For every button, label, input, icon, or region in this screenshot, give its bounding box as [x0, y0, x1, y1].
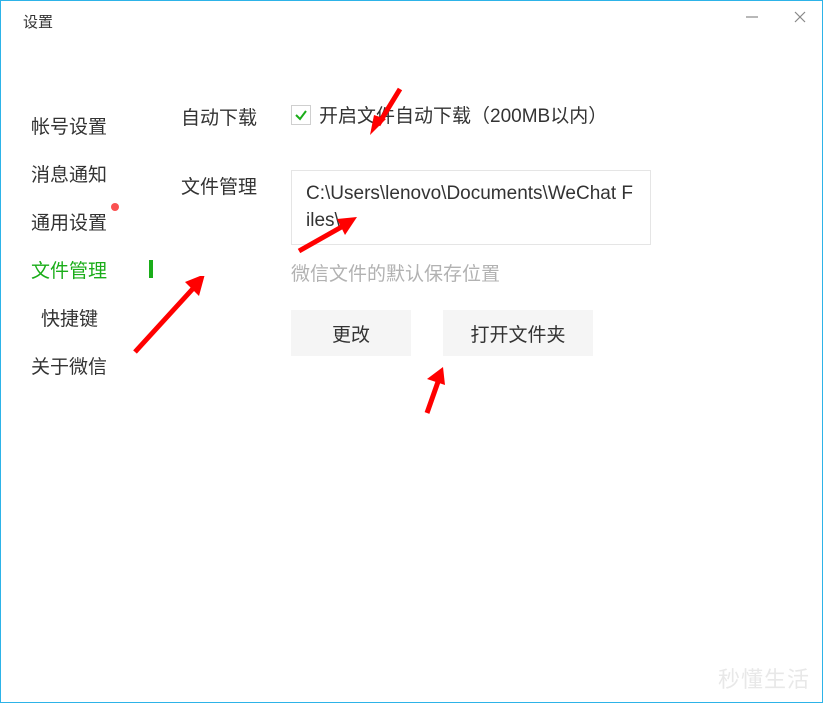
settings-window: 设置 帐号设置 消息通知 通用设置	[0, 0, 823, 703]
sidebar-item-label: 通用设置	[31, 208, 107, 235]
titlebar: 设置	[1, 1, 822, 41]
sidebar-item-about[interactable]: 关于微信	[31, 341, 181, 389]
sidebar: 帐号设置 消息通知 通用设置 文件管理 快捷键	[1, 101, 181, 396]
sidebar-item-general[interactable]: 通用设置	[31, 197, 181, 245]
change-button[interactable]: 更改	[291, 310, 411, 356]
watermark-text: 秒懂生活	[718, 662, 810, 694]
minimize-icon	[745, 10, 759, 24]
file-manage-row: 文件管理 C:\Users\lenovo\Documents\WeChat Fi…	[181, 170, 782, 356]
file-path-input[interactable]: C:\Users\lenovo\Documents\WeChat Files\	[291, 170, 651, 245]
main-panel: 自动下载 开启文件自动下载（200MB以内） 文件管理 C:\Users\len…	[181, 101, 822, 396]
auto-download-row: 自动下载 开启文件自动下载（200MB以内）	[181, 101, 782, 130]
open-folder-button[interactable]: 打开文件夹	[443, 310, 593, 356]
file-buttons-row: 更改 打开文件夹	[291, 310, 782, 356]
auto-download-content: 开启文件自动下载（200MB以内）	[291, 101, 782, 128]
window-title: 设置	[23, 11, 53, 32]
notification-dot-icon	[111, 203, 119, 211]
file-manage-section-label: 文件管理	[181, 170, 291, 199]
file-path-hint: 微信文件的默认保存位置	[291, 259, 782, 286]
auto-download-checkbox-line: 开启文件自动下载（200MB以内）	[291, 101, 782, 128]
sidebar-item-label: 帐号设置	[31, 112, 107, 139]
active-indicator-icon	[149, 260, 153, 278]
sidebar-item-shortcuts[interactable]: 快捷键	[31, 293, 181, 341]
sidebar-item-account[interactable]: 帐号设置	[31, 101, 181, 149]
sidebar-item-label: 消息通知	[31, 160, 107, 187]
auto-download-section-label: 自动下载	[181, 101, 291, 130]
file-manage-content: C:\Users\lenovo\Documents\WeChat Files\ …	[291, 170, 782, 356]
sidebar-item-files[interactable]: 文件管理	[31, 245, 181, 293]
sidebar-item-label: 关于微信	[31, 352, 107, 379]
sidebar-item-label: 快捷键	[41, 304, 98, 331]
auto-download-label: 开启文件自动下载（200MB以内）	[319, 101, 607, 128]
sidebar-item-label: 文件管理	[31, 256, 107, 283]
checkmark-icon	[293, 107, 309, 123]
sidebar-item-notifications[interactable]: 消息通知	[31, 149, 181, 197]
auto-download-checkbox[interactable]	[291, 105, 311, 125]
content: 帐号设置 消息通知 通用设置 文件管理 快捷键	[1, 41, 822, 396]
close-icon	[793, 10, 807, 24]
close-button[interactable]	[788, 5, 812, 29]
minimize-button[interactable]	[740, 5, 764, 29]
window-controls	[740, 5, 812, 29]
